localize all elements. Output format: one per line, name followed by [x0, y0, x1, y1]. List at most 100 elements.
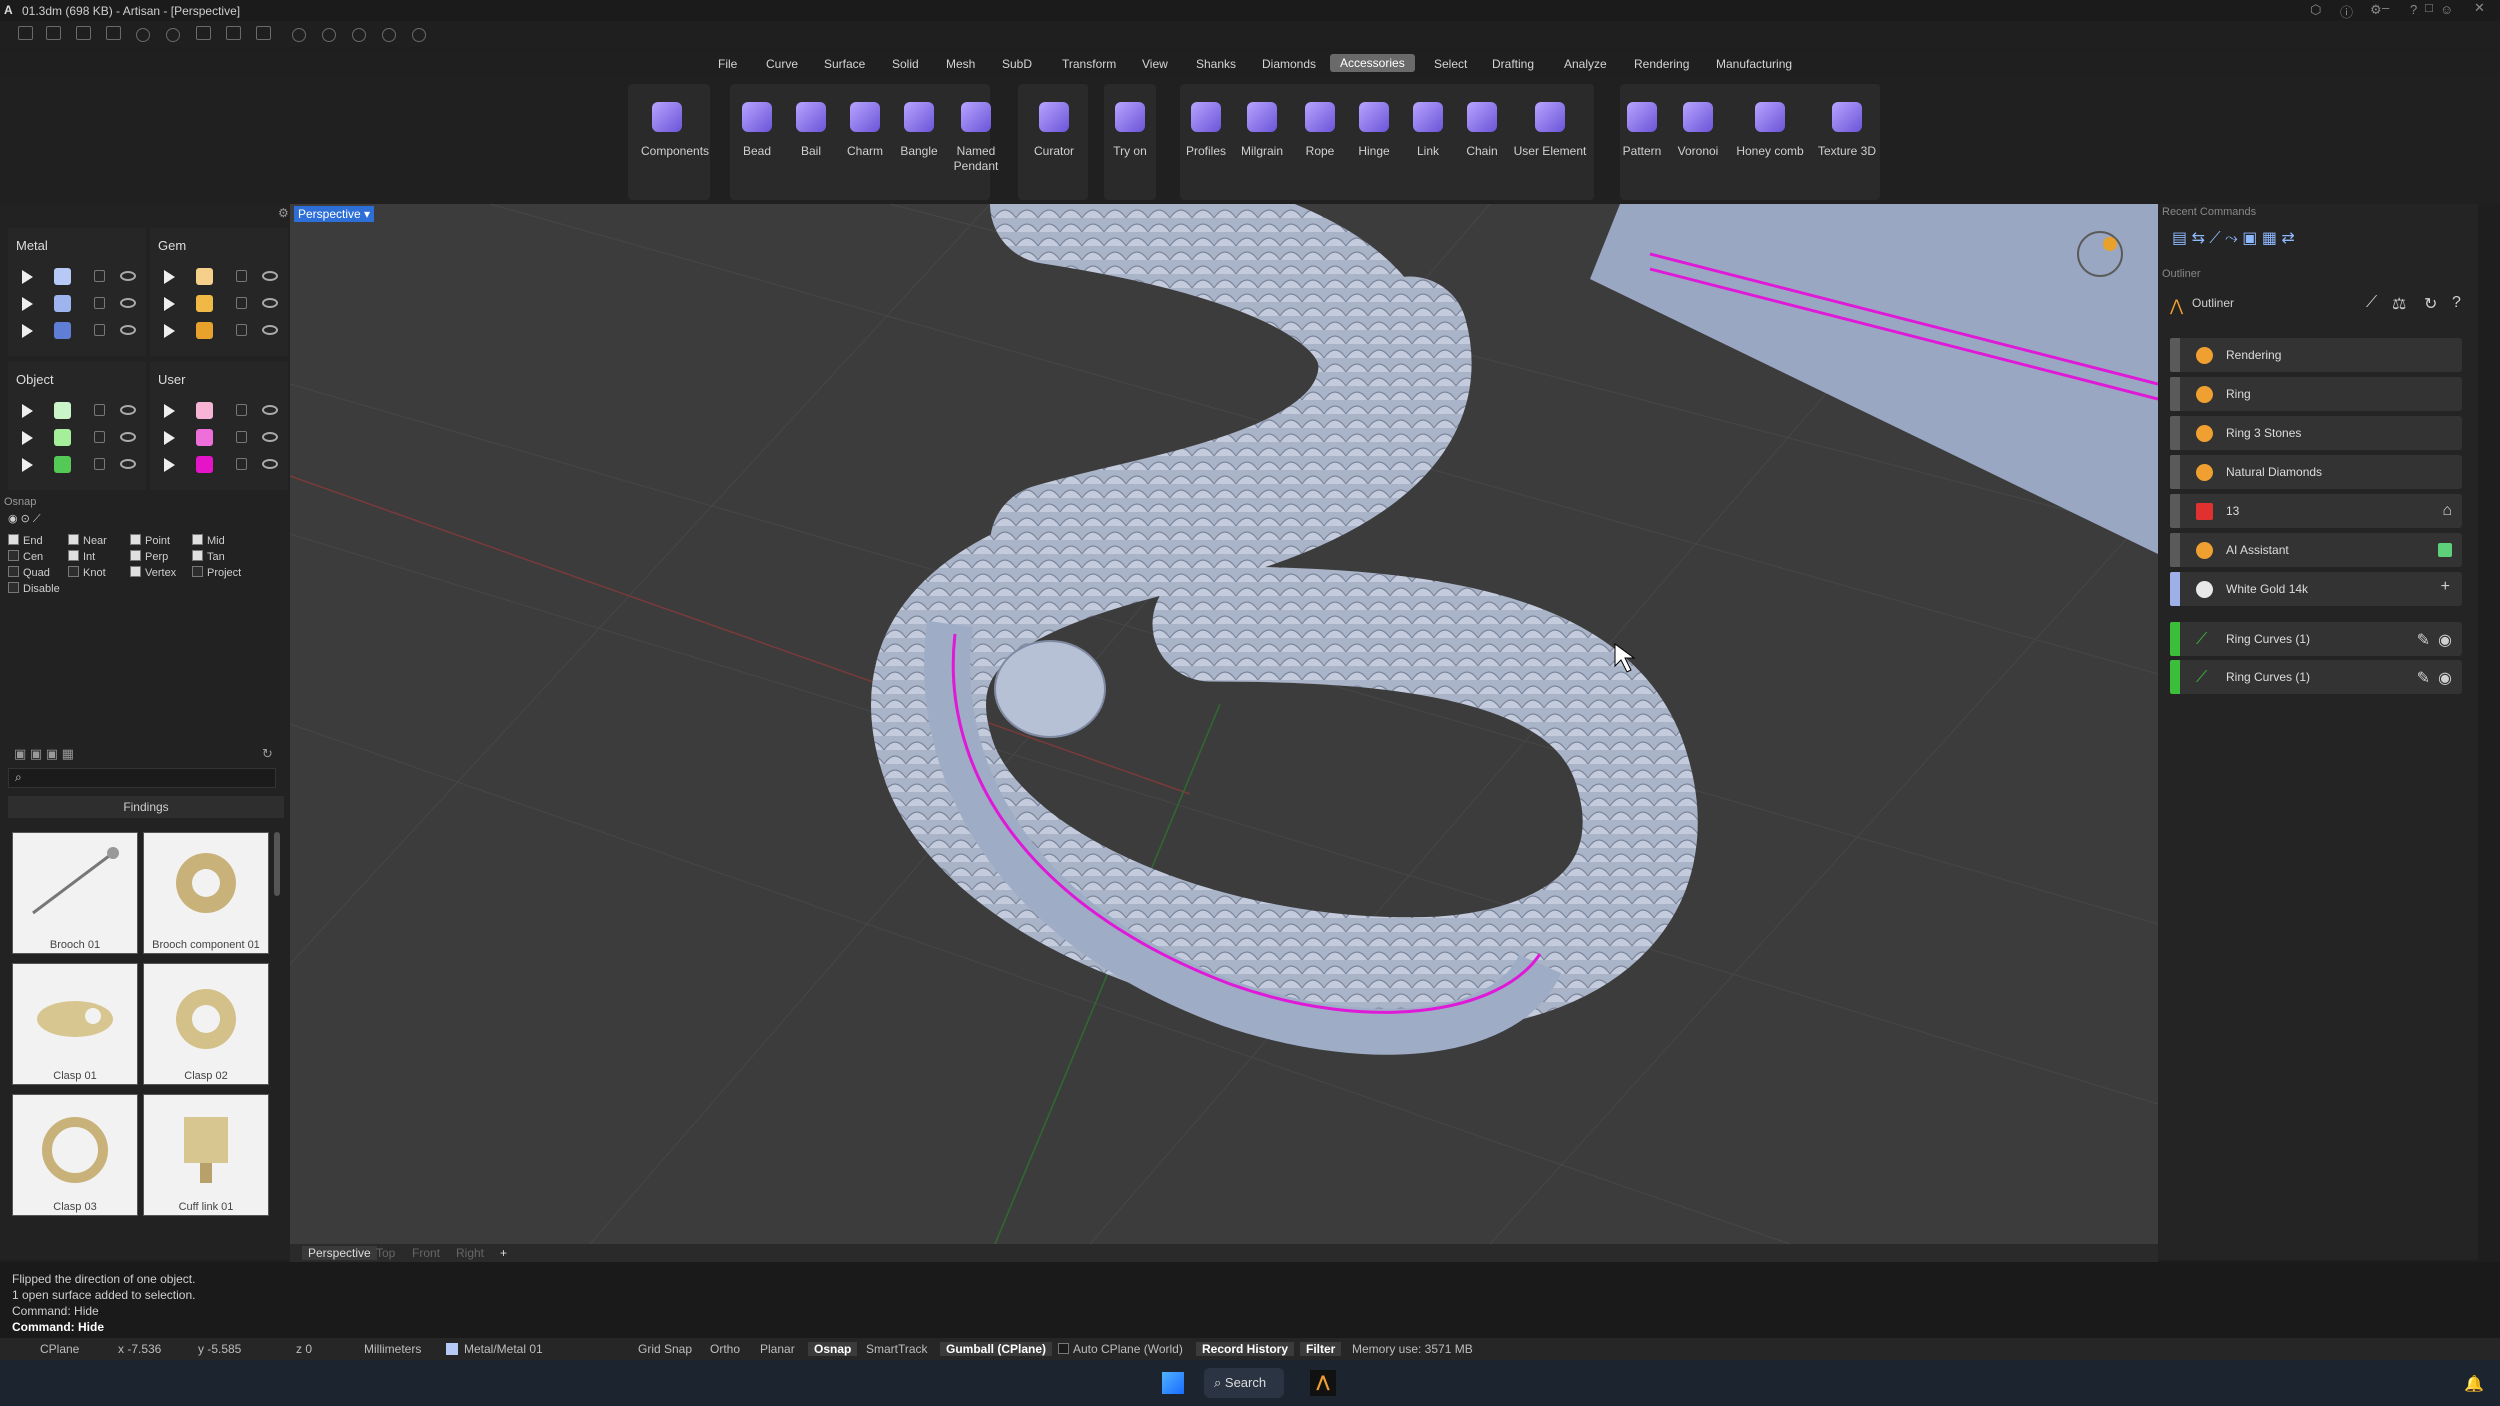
play-icon[interactable] [164, 324, 175, 338]
eye-icon[interactable] [120, 405, 136, 415]
settings-icon[interactable]: ⚙ [2370, 2, 2382, 18]
lock-icon[interactable] [94, 270, 105, 282]
eye-icon[interactable] [262, 432, 278, 442]
menu-accessories[interactable]: Accessories [1330, 54, 1415, 72]
tab-front[interactable]: Front [412, 1246, 440, 1260]
library-search-input[interactable]: ⌕ [8, 768, 276, 788]
outliner-row-ring-curves-2[interactable]: ⟋ Ring Curves (1) ✎ ◉ [2170, 660, 2462, 694]
profiles-button[interactable]: Profiles [1180, 84, 1232, 192]
layer-color-swatch[interactable] [196, 429, 213, 446]
layer-color-swatch[interactable] [196, 322, 213, 339]
viewport-label[interactable]: Perspective ▾ [294, 206, 375, 222]
layer-color-swatch[interactable] [54, 295, 71, 312]
play-icon[interactable] [164, 404, 175, 418]
refresh-icon[interactable]: ↻ [262, 746, 273, 762]
menu-analyze[interactable]: Analyze [1564, 57, 1607, 71]
layer-color-swatch[interactable] [54, 268, 71, 285]
pattern-button[interactable]: Pattern [1616, 84, 1668, 192]
redo-icon[interactable] [166, 28, 180, 42]
menu-solid[interactable]: Solid [892, 57, 919, 71]
user-element-button[interactable]: User Element [1508, 84, 1592, 192]
menu-shanks[interactable]: Shanks [1196, 57, 1236, 71]
tab-top[interactable]: Top [376, 1246, 395, 1260]
lock-icon[interactable] [236, 404, 247, 416]
menu-select[interactable]: Select [1434, 57, 1467, 71]
layer-color-swatch[interactable] [54, 456, 71, 473]
command-prompt[interactable]: Command: Hide [12, 1320, 104, 1334]
menu-subd[interactable]: SubD [1002, 57, 1032, 71]
library-item-cuff-link-01[interactable]: Cuff link 01 [143, 1094, 269, 1216]
outliner-row-ring-3-stones[interactable]: Ring 3 Stones [2170, 416, 2462, 450]
eye-icon[interactable]: ◉ [2438, 630, 2452, 650]
menu-file[interactable]: File [718, 57, 737, 71]
library-item-brooch-component-01[interactable]: Brooch component 01 [143, 832, 269, 954]
save-icon[interactable] [196, 26, 211, 40]
menu-curve[interactable]: Curve [766, 57, 798, 71]
rope-button[interactable]: Rope [1294, 84, 1346, 192]
layer-color-swatch[interactable] [196, 456, 213, 473]
minimize-icon[interactable]: – [2382, 0, 2389, 15]
eye-icon[interactable] [262, 271, 278, 281]
hinge-button[interactable]: Hinge [1348, 84, 1400, 192]
osnap-toggle-icon[interactable]: ◉ ⊙ ⟋ [8, 512, 41, 526]
rotate-icon[interactable] [322, 28, 336, 42]
lock-icon[interactable] [94, 324, 105, 336]
layer-color-swatch[interactable] [54, 429, 71, 446]
play-icon[interactable] [22, 324, 33, 338]
milgrain-button[interactable]: Milgrain [1236, 84, 1288, 192]
library-item-brooch-01[interactable]: Brooch 01 [12, 832, 138, 954]
save-as-icon[interactable] [226, 26, 241, 40]
curator-button[interactable]: Curator [1028, 84, 1080, 192]
balance-icon[interactable]: ⚖ [2392, 294, 2406, 314]
open-folder-icon[interactable] [106, 26, 121, 40]
hat-icon[interactable]: ⌂ [2442, 502, 2452, 520]
tab-perspective[interactable]: Perspective [302, 1246, 377, 1260]
menu-mesh[interactable]: Mesh [946, 57, 975, 71]
recent-commands-icons[interactable]: ▤ ⇆ ⟋ ⤳ ▣ ▦ ⇄ [2172, 228, 2295, 248]
eye-icon[interactable] [262, 459, 278, 469]
eye-icon[interactable] [120, 271, 136, 281]
play-icon[interactable] [22, 297, 33, 311]
library-item-clasp-03[interactable]: Clasp 03 [12, 1094, 138, 1216]
info-icon[interactable]: ⓘ [2340, 2, 2353, 21]
play-icon[interactable] [22, 404, 33, 418]
osnap-cen[interactable]: Cen [8, 550, 43, 563]
osnap-project[interactable]: Project [192, 566, 241, 579]
maximize-icon[interactable]: □ [2425, 0, 2433, 15]
notification-icon[interactable]: 🔔 [2464, 1374, 2484, 1394]
outliner-row-rendering[interactable]: Rendering [2170, 338, 2462, 372]
eye-icon[interactable] [262, 325, 278, 335]
pencil-icon[interactable]: ✎ [2417, 630, 2430, 650]
eye-icon[interactable] [120, 298, 136, 308]
play-icon[interactable] [164, 431, 175, 445]
export-icon[interactable] [256, 26, 271, 40]
move-icon[interactable] [352, 28, 366, 42]
lock-icon[interactable] [94, 431, 105, 443]
chevron-down-icon[interactable]: ▾ [364, 207, 370, 221]
menu-drafting[interactable]: Drafting [1492, 57, 1534, 71]
eye-icon[interactable] [120, 459, 136, 469]
osnap-tan[interactable]: Tan [192, 550, 225, 563]
bangle-button[interactable]: Bangle [893, 84, 945, 192]
layer-color-swatch[interactable] [54, 322, 71, 339]
toolbar-icon[interactable]: ⬡ [2310, 2, 2321, 18]
taskbar-search[interactable]: ⌕ Search [1204, 1368, 1284, 1398]
eyedropper-icon[interactable]: ⟋ [2366, 294, 2377, 312]
layers-settings-icon[interactable]: ⚙ [278, 206, 289, 220]
3d-scene[interactable] [290, 204, 2158, 1244]
layer-color-swatch[interactable] [54, 402, 71, 419]
outliner-row-ai-assistant[interactable]: AI Assistant [2170, 533, 2462, 567]
layer-color-swatch[interactable] [196, 268, 213, 285]
lock-icon[interactable] [94, 297, 105, 309]
play-icon[interactable] [22, 431, 33, 445]
eye-icon[interactable] [262, 298, 278, 308]
panel-tab-strip[interactable] [2478, 204, 2500, 1260]
tab-right[interactable]: Right [456, 1246, 484, 1260]
play-icon[interactable] [164, 458, 175, 472]
outliner-row-13[interactable]: 13 ⌂ [2170, 494, 2462, 528]
new-file-icon[interactable] [18, 26, 33, 40]
outliner-row-ring[interactable]: Ring [2170, 377, 2462, 411]
lock-icon[interactable] [236, 270, 247, 282]
outliner-row-white-gold-14k[interactable]: White Gold 14k + [2170, 572, 2462, 606]
layer-color-swatch[interactable] [196, 295, 213, 312]
